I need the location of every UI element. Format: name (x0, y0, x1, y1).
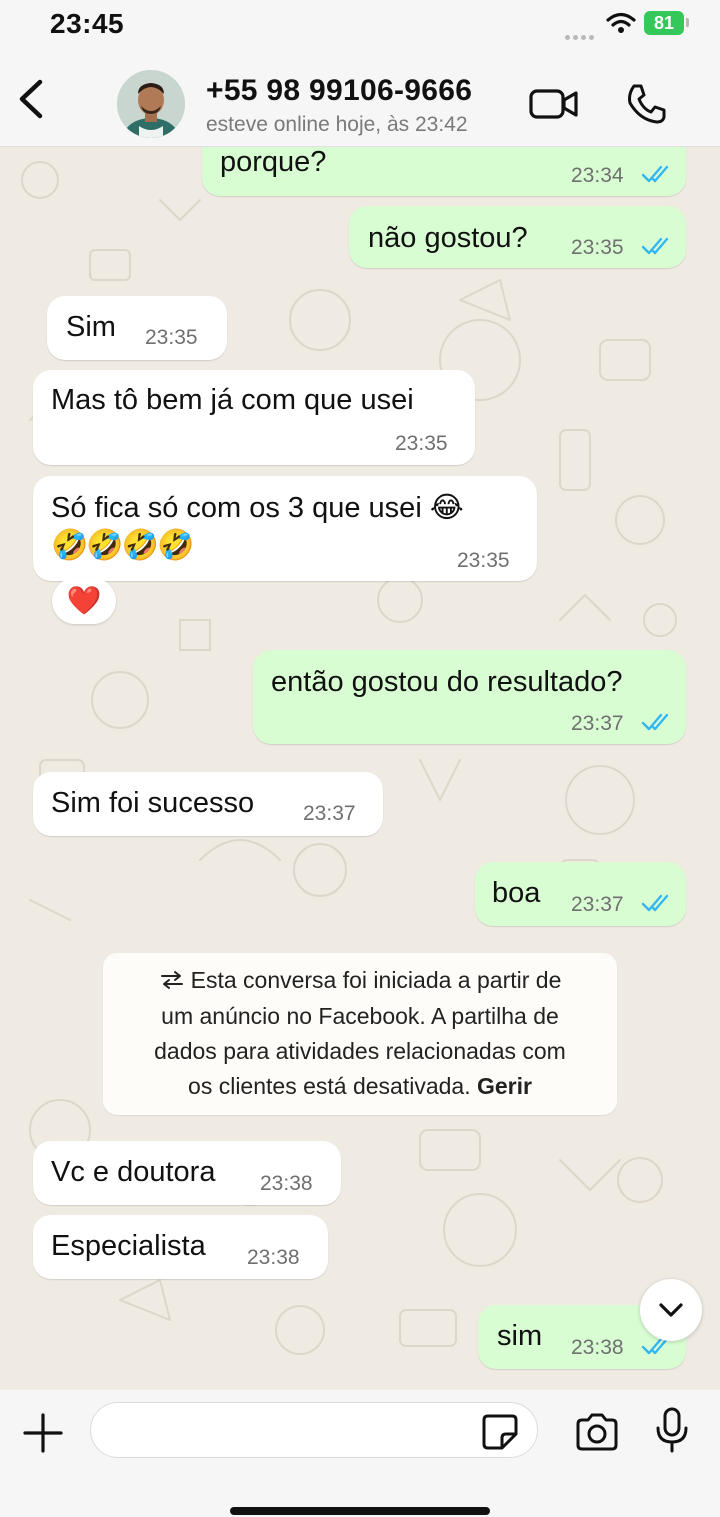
sticker-icon[interactable] (480, 1412, 520, 1452)
read-receipt-icon (641, 713, 669, 731)
message-bubble-outgoing[interactable]: então gostou do resultado? 23:37 (253, 650, 686, 744)
notice-line-3: dados para atividades relacionadas com (154, 1038, 566, 1064)
status-bar: 23:45 81 (0, 0, 720, 48)
message-time: 23:38 (260, 1172, 313, 1195)
wifi-icon (606, 12, 636, 33)
back-chevron-icon[interactable] (12, 76, 52, 122)
message-bubble-incoming[interactable]: Sim 23:35 (47, 296, 227, 360)
battery-level: 81 (653, 13, 675, 33)
battery-tip (686, 18, 689, 27)
avatar[interactable] (117, 70, 185, 138)
message-time: 23:35 (395, 432, 448, 455)
message-bubble-incoming[interactable]: Sim foi sucesso 23:37 (33, 772, 383, 836)
battery-icon: 81 (644, 11, 684, 35)
read-receipt-icon (641, 165, 669, 183)
notice-line-2: um anúncio no Facebook. A partilha de (161, 1003, 559, 1029)
scroll-to-bottom-button[interactable] (640, 1279, 702, 1341)
cellular-signal-icon (565, 27, 599, 40)
message-time: 23:34 (571, 164, 624, 187)
message-text: Sim foi sucesso (51, 787, 255, 819)
transfer-arrows-icon (160, 971, 183, 989)
message-time: 23:37 (303, 802, 356, 825)
message-text: porque? (220, 146, 327, 178)
message-time: 23:38 (571, 1336, 624, 1359)
message-time: 23:37 (571, 893, 624, 916)
message-text: Mas tô bem já com que usei (51, 384, 414, 416)
message-input[interactable] (90, 1402, 538, 1458)
home-indicator (230, 1507, 490, 1515)
read-receipt-icon (641, 237, 669, 255)
notice-text: os clientes está desativada. (188, 1073, 471, 1099)
message-emoji-line: 🤣🤣🤣🤣 (51, 529, 194, 562)
clock: 23:45 (50, 8, 125, 39)
message-time: 23:35 (571, 236, 624, 259)
heart-reaction[interactable]: ❤️ (52, 578, 116, 624)
phone-icon[interactable] (624, 82, 668, 126)
microphone-icon[interactable] (654, 1406, 690, 1454)
message-text: Especialista (51, 1230, 206, 1262)
ad-origin-system-notice: Esta conversa foi iniciada a partir de u… (103, 953, 617, 1115)
camera-icon[interactable] (574, 1412, 620, 1452)
message-text: não gostou? (368, 222, 528, 254)
chat-header: +55 98 99106-9666 esteve online hoje, às… (0, 48, 720, 147)
plus-icon[interactable] (22, 1412, 64, 1454)
avatar-photo (117, 70, 185, 138)
message-time: 23:35 (457, 549, 510, 572)
message-bubble-incoming[interactable]: Especialista 23:38 (33, 1215, 328, 1279)
chevron-down-icon (659, 1303, 683, 1317)
message-text: Sim (66, 311, 116, 343)
message-bubble-incoming[interactable]: Só fica só com os 3 que usei 😂 🤣🤣🤣🤣 23:3… (33, 476, 537, 581)
message-text: boa (492, 877, 541, 909)
notice-line-4: os clientes está desativada. Gerir (103, 1073, 617, 1100)
message-text: então gostou do resultado? (271, 666, 623, 698)
message-composer (0, 1390, 720, 1517)
message-time: 23:38 (247, 1246, 300, 1269)
message-text: sim (497, 1320, 543, 1352)
message-time: 23:35 (145, 326, 198, 349)
message-time: 23:37 (571, 712, 624, 735)
message-text-line1: Só fica só com os 3 que usei 😂 (51, 492, 464, 524)
message-bubble-incoming[interactable]: Vc e doutora 23:38 (33, 1141, 341, 1205)
notice-line-1: Esta conversa foi iniciada a partir de (103, 967, 617, 994)
read-receipt-icon (641, 894, 669, 912)
notice-text: Esta conversa foi iniciada a partir de (190, 967, 562, 993)
message-bubble-incoming[interactable]: Mas tô bem já com que usei 23:35 (33, 370, 475, 465)
contact-name[interactable]: +55 98 99106-9666 (206, 74, 472, 108)
message-text: Vc e doutora (51, 1156, 216, 1188)
message-bubble-outgoing[interactable]: não gostou? 23:35 (349, 206, 686, 268)
message-bubble-outgoing[interactable]: boa 23:37 (475, 862, 686, 926)
manage-link[interactable]: Gerir (477, 1073, 532, 1099)
contact-last-seen: esteve online hoje, às 23:42 (206, 113, 468, 136)
video-call-icon[interactable] (528, 86, 580, 122)
